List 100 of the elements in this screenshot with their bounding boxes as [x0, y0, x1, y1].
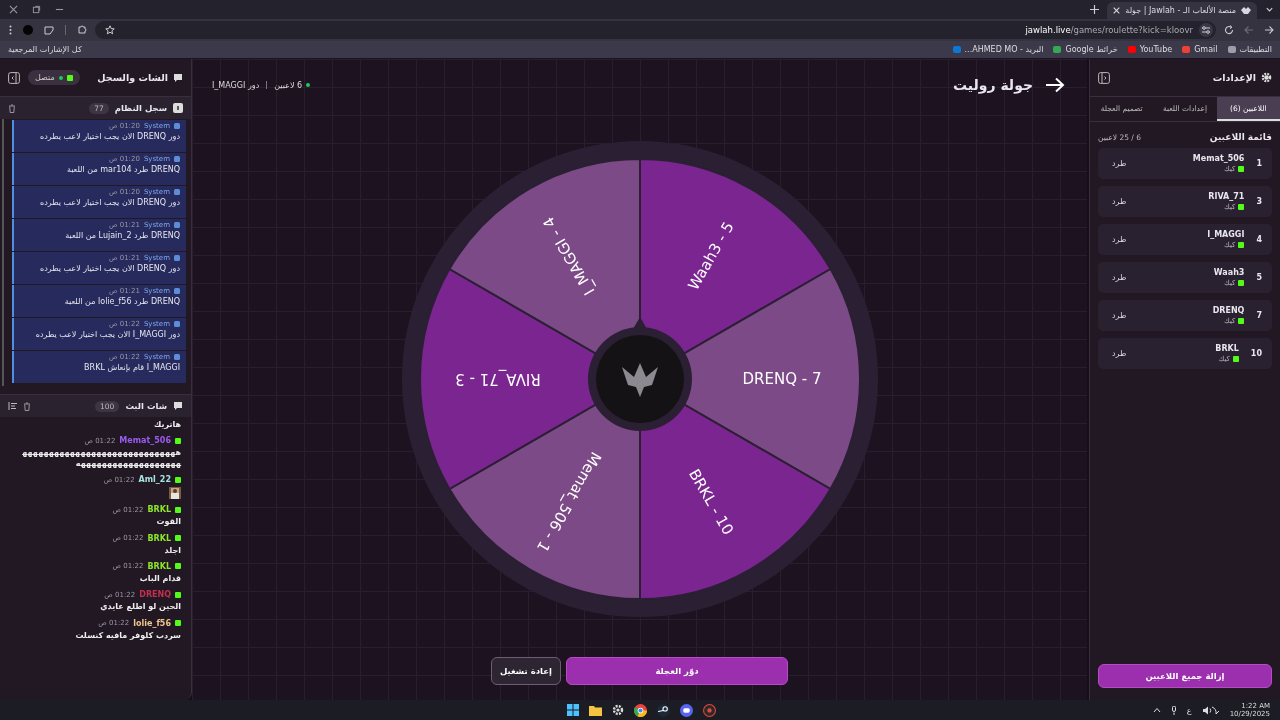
gear-icon[interactable]: [612, 704, 624, 716]
close-icon[interactable]: [9, 5, 18, 14]
kick-button[interactable]: طرد: [1108, 347, 1131, 360]
restart-button[interactable]: إعادة تشغيل: [491, 657, 561, 685]
browser-tab[interactable]: جولة | Jawlah - منصة الألعاب الـ: [1107, 2, 1257, 19]
chat-message: هاتريك: [154, 420, 181, 431]
list-title: قائمة اللاعبين: [1209, 132, 1272, 142]
username: lolie_f56: [133, 618, 171, 628]
platform-icon: [175, 591, 181, 598]
bot-icon: [174, 255, 180, 261]
section-title: سجل النظام: [114, 103, 167, 113]
folder-icon[interactable]: [589, 704, 602, 716]
page-title: جولة روليت: [952, 77, 1033, 93]
online-dot: [306, 83, 311, 87]
platform-icon: [1238, 242, 1245, 248]
bookmark[interactable]: البريد - AHMED MO...: [952, 45, 1044, 54]
reload-icon[interactable]: [1224, 25, 1234, 35]
back-icon[interactable]: [1264, 25, 1274, 35]
chat-message: قدام الباب: [139, 573, 181, 585]
language-indicator[interactable]: ع: [1186, 705, 1192, 715]
log-text: دور DRENQ الان يجب اختيار لاعب يطرده: [39, 264, 180, 273]
segment-label: RIVA_71 - 3: [454, 370, 541, 388]
status-dot: [58, 75, 63, 80]
app-icon[interactable]: [703, 703, 716, 717]
windows-icon[interactable]: [567, 704, 579, 716]
player-name: Waah3: [1212, 268, 1245, 277]
collapse-panel-icon[interactable]: [1098, 71, 1110, 84]
platform-icon: [1238, 204, 1245, 210]
bookmark-icon: [1053, 46, 1062, 53]
chat-message: سردب كلوفر مافيه كنسلت: [75, 630, 181, 642]
chat-message: القوت: [156, 517, 181, 528]
kick-button[interactable]: طرد: [1108, 233, 1131, 246]
platform-icon: [66, 74, 73, 81]
username: Aml_22: [138, 475, 171, 485]
remove-all-button[interactable]: إزالة جميع اللاعبين: [1098, 664, 1272, 688]
bookmark[interactable]: YouTube: [1127, 45, 1173, 54]
platform-icon: [175, 535, 181, 542]
caret-icon[interactable]: [1152, 707, 1161, 713]
username: Memat_506: [119, 436, 171, 446]
player-count: 6 لاعبين: [274, 80, 303, 90]
tab-list-icon[interactable]: [1265, 5, 1274, 14]
log-text: دور DRENQ الان يجب اختيار لاعب يطرده: [39, 132, 180, 141]
discord-icon[interactable]: [680, 703, 693, 717]
log-text: دور DRENQ الان يجب اختيار لاعب يطرده: [39, 198, 180, 207]
username: BRKL: [147, 561, 171, 571]
star-icon[interactable]: [105, 25, 115, 35]
platform-icon: [175, 620, 181, 627]
bookmark[interactable]: التطبيقات: [1227, 45, 1272, 54]
platform-icon: [1238, 166, 1245, 172]
section-title: شات البث: [125, 401, 167, 411]
trash-icon[interactable]: [8, 103, 16, 113]
player-name: DRENQ: [1211, 306, 1245, 315]
panel-title: الإعدادات: [1212, 72, 1256, 83]
browser-icon[interactable]: [634, 703, 647, 717]
align-icon[interactable]: [8, 402, 17, 410]
restore-icon[interactable]: [32, 5, 41, 14]
chat-icon: [173, 72, 183, 83]
site-favicon-icon: [1241, 7, 1251, 14]
bookmark[interactable]: خرائط Google: [1053, 45, 1118, 54]
bot-icon: [174, 288, 180, 294]
log-text: DRENQ طرد mar104 من اللعبة: [65, 165, 180, 174]
spin-button[interactable]: دوّر العجلة: [566, 657, 788, 685]
address-bar[interactable]: jawlah.live/games/roulette?kick=kloovr: [95, 21, 1216, 39]
player-name: I_MAGGI: [1206, 230, 1245, 239]
username: BRKL: [147, 505, 171, 515]
chat-message: الحين لو اطلع عايدي: [100, 602, 181, 613]
chat-message: هههههههههههههههههههههههههههههههههههههههههههههههههه: [21, 448, 181, 470]
new-tab-icon[interactable]: [1090, 5, 1100, 14]
player-number: 5: [1256, 273, 1262, 282]
kick-button[interactable]: طرد: [1108, 195, 1131, 208]
all-bookmarks-link[interactable]: كل الإشارات المرجعية: [8, 45, 82, 54]
site-settings-icon[interactable]: [1199, 23, 1213, 37]
turn-label: دور I_MAGGI: [212, 80, 260, 90]
bot-icon: [174, 222, 180, 228]
kick-button[interactable]: طرد: [1108, 309, 1131, 322]
url-text[interactable]: jawlah.live/games/roulette?kick=kloovr: [1025, 25, 1193, 35]
bookmark[interactable]: Gmail: [1182, 45, 1218, 54]
kick-button[interactable]: طرد: [1108, 271, 1131, 284]
kick-button[interactable]: طرد: [1108, 157, 1131, 170]
platform-icon: [175, 476, 181, 483]
log-icon: [173, 103, 183, 113]
microphone-icon[interactable]: [1170, 705, 1177, 715]
platform-icon: [1232, 356, 1239, 362]
extension-icon[interactable]: [44, 25, 54, 35]
platform-icon: [175, 506, 181, 513]
bot-icon: [174, 354, 180, 360]
player-number: 4: [1256, 235, 1262, 244]
menu-icon[interactable]: [9, 25, 12, 35]
log-text: دور I_MAGGI الان يجب اختيار لاعب يطرده: [34, 330, 180, 339]
arrow-right-icon[interactable]: [1045, 77, 1065, 93]
player-name: Memat_506: [1191, 154, 1245, 163]
username: BRKL: [147, 533, 171, 543]
collapse-panel-icon[interactable]: [8, 71, 20, 84]
trash-icon[interactable]: [23, 401, 31, 411]
apps-grid-icon: [1227, 46, 1236, 53]
player-name: BRKL: [1214, 344, 1239, 353]
speaker-icon[interactable]: [1201, 705, 1220, 715]
panel-title: الشات والسجل: [97, 72, 168, 83]
steam-icon[interactable]: [657, 703, 670, 717]
bot-icon: [174, 321, 180, 327]
